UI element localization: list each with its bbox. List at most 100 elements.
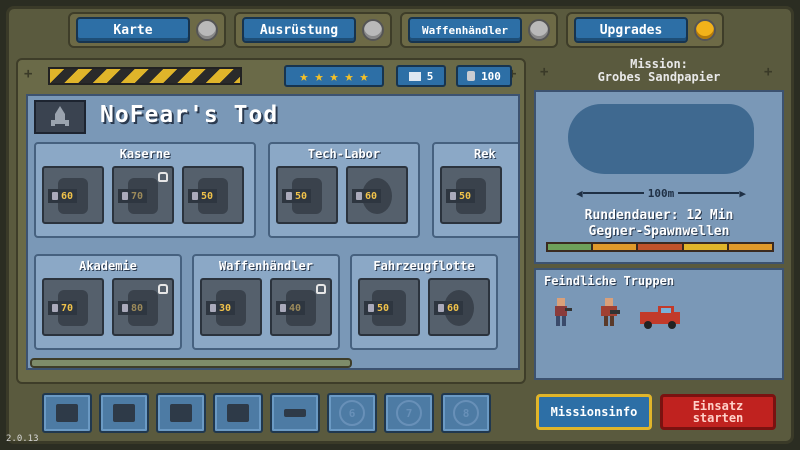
unit-card[interactable]: 60: [428, 278, 490, 336]
unit-cost: 60: [352, 189, 382, 203]
unit-cost-value: 60: [61, 190, 74, 202]
loadout-slot-empty[interactable]: 7: [384, 393, 434, 433]
loadout-slot-empty[interactable]: 8: [441, 393, 491, 433]
unit-cost: 50: [282, 189, 312, 203]
gunner-icon: [113, 404, 135, 422]
building-rek: Rek 50: [432, 142, 518, 238]
unit-cost-value: 70: [131, 190, 144, 202]
lock-icon: [316, 284, 326, 294]
unit-cost: 50: [446, 189, 476, 203]
coin-icon: [192, 192, 198, 200]
coin-icon: [286, 192, 292, 200]
wave-segment: [683, 244, 729, 250]
unit-card[interactable]: 50: [182, 166, 244, 224]
tab-waffenhaendler[interactable]: Waffenhändler: [400, 12, 558, 48]
tab-indicator-icon: [362, 19, 384, 41]
unit-cost: 60: [48, 189, 78, 203]
unit-shop-panel: + + ★ ★ ★ ★ ★ 5 100 NoFear's Tod Kaserne…: [16, 58, 526, 384]
enemy-troops-panel: Feindliche Truppen: [534, 268, 784, 380]
unit-card[interactable]: 50: [440, 166, 502, 224]
unit-cost-value: 60: [447, 302, 460, 314]
map-area-shape: [568, 104, 754, 174]
tab-karte-label[interactable]: Karte: [76, 17, 190, 43]
loadout-slot[interactable]: [42, 393, 92, 433]
wave-segment: [593, 244, 639, 250]
star-rating: ★ ★ ★ ★ ★: [284, 65, 384, 87]
unit-cost-value: 80: [131, 302, 144, 314]
tab-ausruestung[interactable]: Ausrüstung: [234, 12, 392, 48]
coin-icon: [280, 304, 286, 312]
loadout-slot[interactable]: [99, 393, 149, 433]
ticket-icon: [408, 71, 421, 81]
tab-indicator-icon: [196, 19, 218, 41]
unit-cost-value: 50: [459, 190, 472, 202]
mission-info-button[interactable]: Missionsinfo: [536, 394, 652, 430]
unit-card[interactable]: 30: [200, 278, 262, 336]
distance-line: [582, 192, 644, 194]
distance-line: [678, 192, 740, 194]
coin-icon: [52, 304, 58, 312]
hazard-stripe-bar: [48, 67, 242, 85]
unit-card[interactable]: 40: [270, 278, 332, 336]
lock-icon: [158, 172, 168, 182]
start-mission-button[interactable]: Einsatz starten: [660, 394, 776, 430]
building-name: Akademie: [79, 259, 137, 273]
wave-segment: [638, 244, 684, 250]
coin-icon: [438, 304, 444, 312]
building-tech-labor: Tech-Labor 50 60: [268, 142, 420, 238]
mission-map-panel: ◀ 100m ▶ Rundendauer: 12 Min Gegner-Spaw…: [534, 90, 784, 264]
star-icon: ★: [359, 66, 369, 85]
building-name: Fahrzeugflotte: [373, 259, 475, 273]
unit-cost-value: 40: [289, 302, 302, 314]
unit-card[interactable]: 50: [358, 278, 420, 336]
rifleman-icon: [170, 404, 192, 422]
coin-icon: [368, 304, 374, 312]
bolt-icon: +: [24, 66, 33, 82]
enemy-troops-title: Feindliche Truppen: [544, 274, 675, 288]
unit-cost: 70: [118, 189, 148, 203]
tab-waffenhaendler-label[interactable]: Waffenhändler: [408, 17, 522, 43]
building-name: Rek: [474, 147, 496, 161]
unit-cost-value: 50: [295, 190, 308, 202]
unit-card[interactable]: 70: [42, 278, 104, 336]
loadout-slot[interactable]: [156, 393, 206, 433]
loadout-slot[interactable]: [270, 393, 320, 433]
unit-card[interactable]: 50: [276, 166, 338, 224]
unit-card[interactable]: 80: [112, 278, 174, 336]
tab-upgrades-label[interactable]: Upgrades: [574, 17, 688, 43]
loadout-slot-empty[interactable]: 6: [327, 393, 377, 433]
horizontal-scrollbar[interactable]: [30, 358, 352, 368]
wave-segment: [728, 244, 773, 250]
unit-card[interactable]: 70: [112, 166, 174, 224]
unit-cost-value: 70: [61, 302, 74, 314]
building-kaserne: Kaserne 60 70 50: [34, 142, 256, 238]
rocket-emblem-icon: [34, 100, 86, 134]
unit-cost-value: 50: [377, 302, 390, 314]
enemy-heavy-icon: [601, 298, 620, 326]
lock-icon: [158, 284, 168, 294]
spawn-waves-bar: [546, 242, 774, 252]
tab-upgrades[interactable]: Upgrades: [566, 12, 724, 48]
round-duration: Rundendauer: 12 Min: [584, 208, 734, 223]
soldier-icon: [56, 404, 78, 422]
unit-card[interactable]: 60: [346, 166, 408, 224]
top-tabs: Karte Ausrüstung Waffenhändler Upgrades: [68, 12, 724, 48]
coin-icon: [52, 192, 58, 200]
weapon-icon: [284, 409, 306, 417]
building-name: Kaserne: [119, 147, 171, 161]
unit-grid[interactable]: NoFear's Tod Kaserne 60 70 50 Tech-Labor: [26, 94, 520, 370]
tab-karte[interactable]: Karte: [68, 12, 226, 48]
loadout-slots: 6 7 8: [42, 393, 491, 433]
unit-card[interactable]: 60: [42, 166, 104, 224]
enemy-truck-icon: [640, 306, 680, 329]
unit-cost-value: 30: [219, 302, 232, 314]
star-icon: ★: [329, 66, 339, 85]
coin-icon: [122, 304, 128, 312]
tab-ausruestung-label[interactable]: Ausrüstung: [242, 17, 356, 43]
slot-number: 8: [453, 400, 479, 426]
arrow-left-icon: ◀: [576, 186, 583, 200]
mission-header: Mission: Grobes Sandpapier: [534, 58, 784, 88]
building-waffenhaendler: Waffenhändler 30 40: [192, 254, 340, 350]
ticket-count: 5: [426, 69, 434, 83]
loadout-slot[interactable]: [213, 393, 263, 433]
